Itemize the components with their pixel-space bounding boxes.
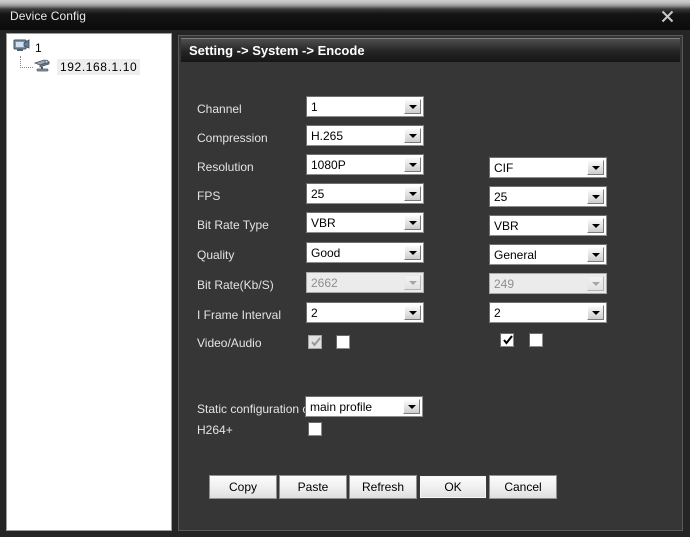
camera-device-icon xyxy=(33,57,52,77)
copy-button[interactable]: Copy xyxy=(209,475,277,499)
encode-settings-panel: Setting -> System -> Encode Channel Comp… xyxy=(178,35,683,531)
device-group-icon xyxy=(13,38,30,58)
select-bit-rate: 2662 xyxy=(306,272,424,293)
select-sub-fps[interactable]: 25 xyxy=(489,186,607,207)
label-static-configuration: Static configuration of xyxy=(197,402,313,416)
select-sub-bit-rate-type[interactable]: VBR xyxy=(489,215,607,236)
select-quality[interactable]: Good xyxy=(306,242,424,263)
select-sub-bit-rate-value: 249 xyxy=(494,276,515,291)
close-icon[interactable] xyxy=(652,4,682,28)
titlebar: Device Config xyxy=(0,0,690,30)
label-bit-rate: Bit Rate(Kb/S) xyxy=(197,278,274,292)
label-channel: Channel xyxy=(197,102,242,116)
label-fps: FPS xyxy=(197,189,221,203)
select-compression-value: H.265 xyxy=(311,128,344,143)
select-fps-value: 25 xyxy=(311,186,325,201)
paste-button[interactable]: Paste xyxy=(279,475,347,499)
chevron-down-icon[interactable] xyxy=(404,215,421,230)
chevron-down-icon[interactable] xyxy=(587,305,604,320)
tree-item-root[interactable]: 1 xyxy=(13,39,42,57)
select-sub-fps-value: 25 xyxy=(494,189,508,204)
select-i-frame-interval-value: 2 xyxy=(311,305,318,320)
cancel-button[interactable]: Cancel xyxy=(489,475,557,499)
select-sub-quality-value: General xyxy=(494,247,537,262)
label-i-frame-interval: I Frame Interval xyxy=(197,308,282,322)
label-resolution: Resolution xyxy=(197,160,254,174)
checkbox-main-video xyxy=(308,335,322,349)
chevron-down-icon xyxy=(404,275,421,290)
select-sub-i-frame-interval-value: 2 xyxy=(494,305,501,320)
select-sub-bit-rate: 249 xyxy=(489,273,607,294)
tree-root-label: 1 xyxy=(35,41,42,55)
chevron-down-icon[interactable] xyxy=(404,128,421,143)
checkbox-h264-plus[interactable] xyxy=(308,422,322,436)
select-sub-i-frame-interval[interactable]: 2 xyxy=(489,302,607,323)
select-bit-rate-type[interactable]: VBR xyxy=(306,212,424,233)
refresh-button[interactable]: Refresh xyxy=(349,475,417,499)
select-sub-bit-rate-type-value: VBR xyxy=(494,218,519,233)
checkbox-main-audio[interactable] xyxy=(336,335,350,349)
select-compression[interactable]: H.265 xyxy=(306,125,424,146)
label-video-audio: Video/Audio xyxy=(197,336,262,350)
select-sub-quality[interactable]: General xyxy=(489,244,607,265)
label-compression: Compression xyxy=(197,131,268,145)
select-i-frame-interval[interactable]: 2 xyxy=(306,302,424,323)
label-h264-plus: H264+ xyxy=(197,423,233,437)
select-quality-value: Good xyxy=(311,245,341,260)
chevron-down-icon xyxy=(587,276,604,291)
ok-button[interactable]: OK xyxy=(419,475,487,499)
device-tree-panel: 1 192.168.1.10 xyxy=(6,33,172,531)
select-sub-resolution[interactable]: CIF xyxy=(489,157,607,178)
select-static-configuration-value: main profile xyxy=(310,399,373,414)
window-title: Device Config xyxy=(10,9,87,23)
tree-item-device[interactable]: 192.168.1.10 xyxy=(33,57,141,77)
tree-connector xyxy=(20,56,33,68)
breadcrumb: Setting -> System -> Encode xyxy=(189,43,365,58)
select-resolution[interactable]: 1080P xyxy=(306,154,424,175)
select-static-configuration[interactable]: main profile xyxy=(305,396,423,417)
chevron-down-icon[interactable] xyxy=(587,160,604,175)
chevron-down-icon[interactable] xyxy=(404,245,421,260)
select-bit-rate-value: 2662 xyxy=(311,275,338,290)
chevron-down-icon[interactable] xyxy=(587,218,604,233)
select-bit-rate-type-value: VBR xyxy=(311,215,336,230)
panel-header: Setting -> System -> Encode xyxy=(181,38,680,62)
chevron-down-icon[interactable] xyxy=(403,399,420,414)
chevron-down-icon[interactable] xyxy=(404,157,421,172)
tree-device-label: 192.168.1.10 xyxy=(57,59,141,75)
label-quality: Quality xyxy=(197,248,235,262)
chevron-down-icon[interactable] xyxy=(587,189,604,204)
chevron-down-icon[interactable] xyxy=(404,99,421,114)
device-config-window: Device Config 1 192.168.1.10 Setting -> … xyxy=(0,0,690,537)
chevron-down-icon[interactable] xyxy=(404,305,421,320)
select-channel-value: 1 xyxy=(311,99,318,114)
window-body: 1 192.168.1.10 Setting -> System -> Enco… xyxy=(0,30,690,537)
label-bit-rate-type: Bit Rate Type xyxy=(197,218,269,232)
checkbox-sub-audio[interactable] xyxy=(529,333,543,347)
select-fps[interactable]: 25 xyxy=(306,183,424,204)
checkbox-sub-video[interactable] xyxy=(500,333,514,347)
chevron-down-icon[interactable] xyxy=(587,247,604,262)
select-resolution-value: 1080P xyxy=(311,157,346,172)
select-channel[interactable]: 1 xyxy=(306,96,424,117)
chevron-down-icon[interactable] xyxy=(404,186,421,201)
select-sub-resolution-value: CIF xyxy=(494,160,514,175)
